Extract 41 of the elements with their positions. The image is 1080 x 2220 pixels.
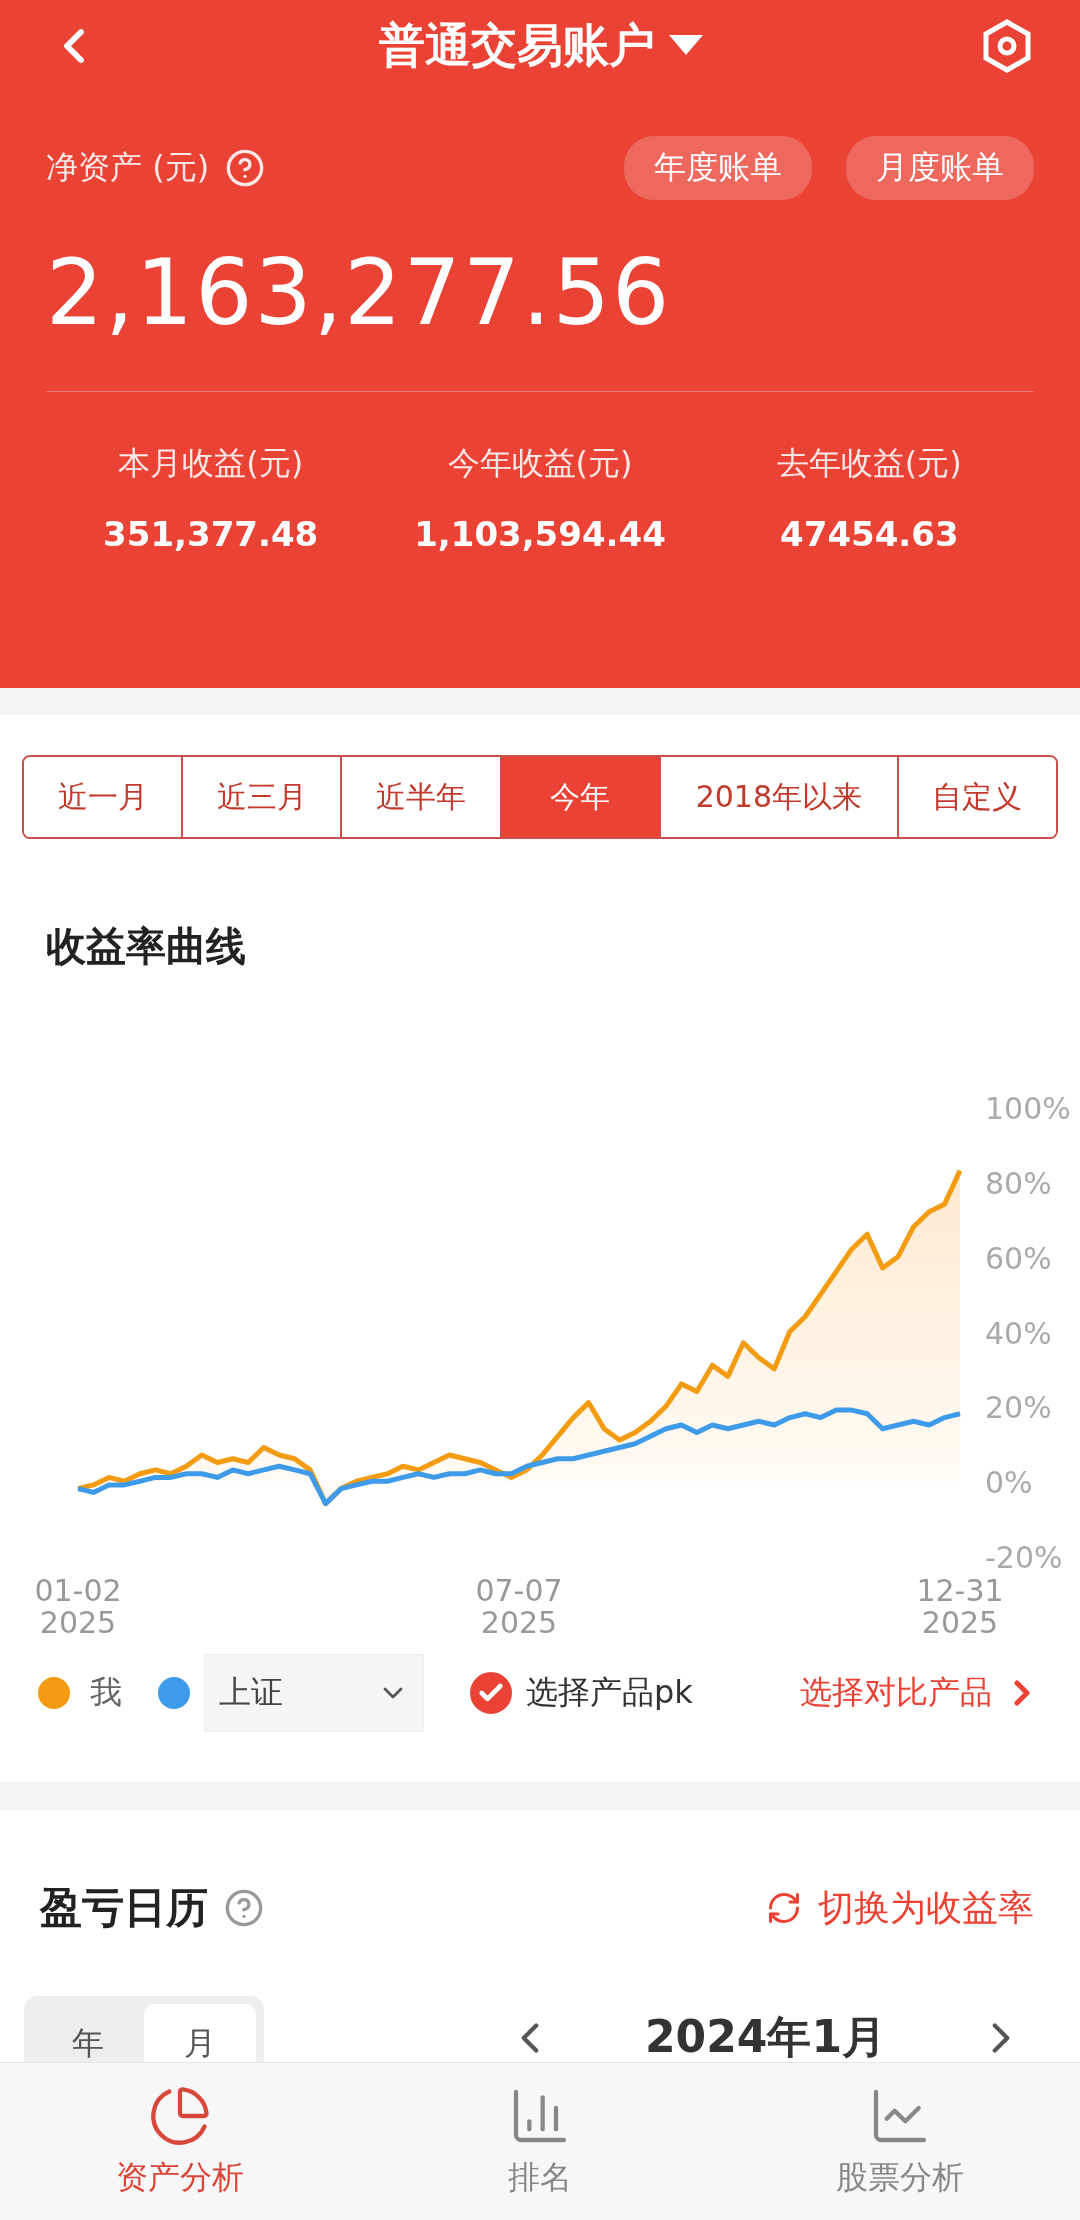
benchmark-select[interactable]: 上证 (204, 1654, 424, 1732)
period-tab[interactable]: 今年 (499, 757, 659, 837)
mode-tab[interactable]: 月 (144, 2004, 256, 2062)
window-title: 普通交易账户 (379, 17, 655, 74)
axis-label: 60% (985, 1240, 1052, 1276)
stat-value: 1,103,594.44 (414, 514, 666, 554)
section-title: 收益率曲线 (45, 922, 247, 971)
help-icon[interactable] (225, 148, 266, 188)
period-tab[interactable]: 自定义 (896, 757, 1056, 837)
stat-label: 去年收益(元) (776, 443, 962, 484)
axis-label: 20% (985, 1390, 1052, 1426)
legend-label: 我 (90, 1672, 122, 1713)
switch-button[interactable]: 切换为收益率 (760, 1882, 1040, 1934)
axis-label: -20% (985, 1540, 1063, 1575)
axis-label: 100% (985, 1091, 1071, 1126)
net-assets-value: 2,163,277.56 (46, 240, 673, 345)
stat-label: 本月收益(元) (118, 443, 304, 484)
bill-button[interactable]: 月度账单 (846, 136, 1034, 200)
axis-label: 12-31 2025 (916, 1573, 1004, 1634)
nav-tab[interactable]: 排名 (360, 2063, 720, 2220)
section-title: 盈亏日历 (40, 1882, 208, 1934)
caret-icon[interactable] (669, 35, 703, 57)
axis-label: 0% (985, 1465, 1033, 1501)
axis-label: 80% (985, 1165, 1052, 1201)
mode-tab[interactable]: 年 (32, 2004, 144, 2062)
nav-tab[interactable]: 股票分析 (720, 2063, 1080, 2220)
pk-label: 选择产品pk (526, 1672, 693, 1713)
net-assets-label: 净资产 (元) (46, 147, 210, 188)
month-label[interactable]: 2024年1月 (644, 2008, 886, 2062)
pk-checkbox[interactable] (470, 1672, 512, 1714)
stat-label: 今年收益(元) (447, 443, 633, 484)
stat-value: 47454.63 (780, 514, 959, 554)
compare-link[interactable]: 选择对比产品 (800, 1671, 1042, 1715)
bill-button[interactable]: 年度账单 (624, 136, 812, 200)
axis-label: 01-02 2025 (34, 1573, 122, 1634)
axis-label: 40% (985, 1315, 1052, 1351)
stat-value: 351,377.48 (103, 514, 319, 554)
nav-tab[interactable]: 资产分析 (0, 2063, 360, 2220)
refresh-icon (766, 1890, 802, 1926)
axis-label: 07-07 2025 (475, 1573, 563, 1634)
help-icon[interactable] (224, 1888, 264, 1928)
